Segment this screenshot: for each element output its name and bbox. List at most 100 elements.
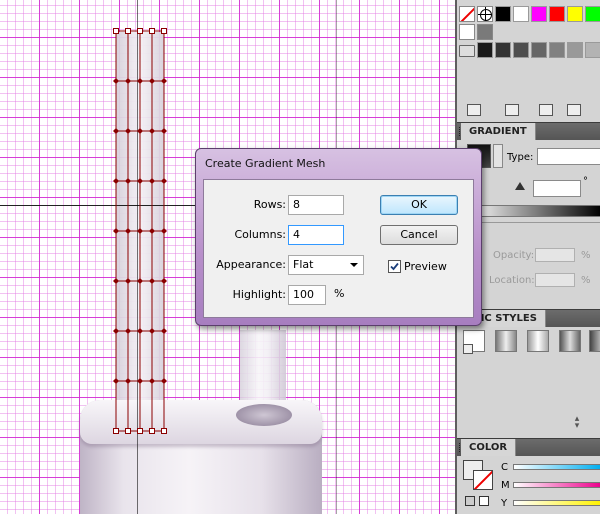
- mesh-point[interactable]: [137, 78, 143, 84]
- mesh-point[interactable]: [125, 178, 131, 184]
- mesh-point[interactable]: [149, 228, 155, 234]
- mesh-point[interactable]: [125, 78, 131, 84]
- color-swatch[interactable]: [513, 6, 529, 22]
- yellow-label: Y: [501, 498, 508, 509]
- swatch-white-large[interactable]: [459, 24, 475, 40]
- color-swatch[interactable]: [549, 6, 565, 22]
- container-hole-shape[interactable]: [236, 404, 292, 426]
- mesh-anchor-point[interactable]: [161, 428, 167, 434]
- graphic-style-swatch[interactable]: [527, 330, 549, 352]
- color-swatch[interactable]: [585, 6, 600, 22]
- mesh-anchor-point[interactable]: [125, 28, 131, 34]
- mesh-point[interactable]: [137, 278, 143, 284]
- mesh-point[interactable]: [113, 378, 119, 384]
- mesh-point[interactable]: [161, 278, 167, 284]
- appearance-select[interactable]: Flat: [288, 255, 364, 275]
- mesh-point[interactable]: [113, 328, 119, 334]
- mesh-point[interactable]: [113, 178, 119, 184]
- columns-input[interactable]: 4: [288, 225, 344, 245]
- mesh-anchor-point[interactable]: [149, 28, 155, 34]
- mesh-point[interactable]: [125, 328, 131, 334]
- swatch-white-small[interactable]: [479, 496, 489, 506]
- gray-swatch[interactable]: [567, 42, 583, 58]
- location-label: Location:: [489, 275, 535, 286]
- graphic-style-swatch[interactable]: [589, 330, 600, 352]
- yellow-slider[interactable]: [513, 500, 600, 506]
- mesh-point[interactable]: [125, 378, 131, 384]
- gradient-menu-arrow[interactable]: [493, 144, 503, 168]
- graphic-styles-scroll-arrows[interactable]: ▴ ▾: [567, 415, 587, 431]
- mesh-anchor-point[interactable]: [113, 28, 119, 34]
- color-swatch[interactable]: [567, 6, 583, 22]
- gradient-type-select[interactable]: [537, 148, 600, 165]
- gray-swatch[interactable]: [477, 42, 493, 58]
- mesh-anchor-point[interactable]: [161, 28, 167, 34]
- cyan-slider[interactable]: [513, 464, 600, 470]
- mesh-point[interactable]: [113, 278, 119, 284]
- preview-checkbox[interactable]: [388, 260, 401, 273]
- mesh-point[interactable]: [137, 128, 143, 134]
- ok-button[interactable]: OK: [380, 195, 458, 215]
- gray-swatch[interactable]: [585, 42, 600, 58]
- highlight-input[interactable]: 100: [288, 285, 326, 305]
- mesh-point[interactable]: [113, 78, 119, 84]
- mesh-point[interactable]: [161, 178, 167, 184]
- mesh-point[interactable]: [161, 378, 167, 384]
- gradient-mesh-preview[interactable]: [110, 25, 170, 437]
- highlight-label: Highlight:: [232, 288, 286, 301]
- mesh-point[interactable]: [149, 78, 155, 84]
- mesh-point[interactable]: [161, 78, 167, 84]
- mesh-point[interactable]: [137, 178, 143, 184]
- mesh-point[interactable]: [161, 328, 167, 334]
- mesh-anchor-point[interactable]: [137, 428, 143, 434]
- mesh-point[interactable]: [113, 128, 119, 134]
- mesh-anchor-point[interactable]: [125, 428, 131, 434]
- mesh-point[interactable]: [149, 128, 155, 134]
- mesh-point[interactable]: [149, 278, 155, 284]
- location-input[interactable]: [535, 273, 575, 287]
- mesh-point[interactable]: [149, 178, 155, 184]
- mesh-point[interactable]: [149, 378, 155, 384]
- gray-swatch[interactable]: [495, 42, 511, 58]
- show-swatch-kinds-icon[interactable]: [505, 104, 519, 116]
- rows-input[interactable]: 8: [288, 195, 344, 215]
- mesh-point[interactable]: [149, 328, 155, 334]
- color-swatch[interactable]: [531, 6, 547, 22]
- mesh-point[interactable]: [137, 228, 143, 234]
- magenta-slider[interactable]: [513, 482, 600, 488]
- mesh-point[interactable]: [137, 328, 143, 334]
- mesh-point[interactable]: [125, 278, 131, 284]
- tab-color[interactable]: COLOR: [461, 439, 517, 456]
- mesh-point[interactable]: [125, 128, 131, 134]
- new-color-group-icon[interactable]: [567, 104, 581, 116]
- stroke-swatch[interactable]: [473, 470, 493, 490]
- mesh-point[interactable]: [161, 128, 167, 134]
- rows-label: Rows:: [253, 198, 286, 211]
- mesh-point[interactable]: [161, 228, 167, 234]
- gradient-slider-bar[interactable]: [467, 205, 600, 217]
- registration-swatch[interactable]: [477, 6, 493, 22]
- gradient-angle-input[interactable]: [533, 180, 581, 197]
- mesh-anchor-point[interactable]: [149, 428, 155, 434]
- color-swatch[interactable]: [495, 6, 511, 22]
- gray-swatch[interactable]: [531, 42, 547, 58]
- swatch-gray[interactable]: [477, 24, 493, 40]
- graphic-style-swatch[interactable]: [559, 330, 581, 352]
- opacity-input[interactable]: [535, 248, 575, 262]
- graphic-styles-library-icon[interactable]: [463, 344, 473, 354]
- tab-gradient[interactable]: GRADIENT: [461, 123, 536, 140]
- cancel-button[interactable]: Cancel: [380, 225, 458, 245]
- none-swatch[interactable]: [459, 6, 475, 22]
- mesh-anchor-point[interactable]: [113, 428, 119, 434]
- mesh-point[interactable]: [137, 378, 143, 384]
- folder-icon[interactable]: [459, 45, 475, 57]
- mesh-anchor-point[interactable]: [137, 28, 143, 34]
- gray-swatch[interactable]: [549, 42, 565, 58]
- gray-swatch[interactable]: [513, 42, 529, 58]
- mesh-point[interactable]: [125, 228, 131, 234]
- graphic-style-swatch[interactable]: [495, 330, 517, 352]
- swatch-libraries-icon[interactable]: [467, 104, 481, 116]
- mesh-point[interactable]: [113, 228, 119, 234]
- swatch-options-icon[interactable]: [539, 104, 553, 116]
- out-of-gamut-icon[interactable]: [465, 496, 475, 506]
